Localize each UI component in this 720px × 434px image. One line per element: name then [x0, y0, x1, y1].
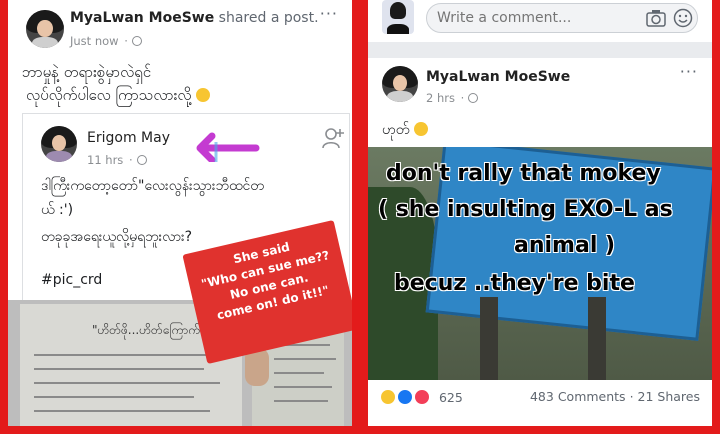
- reactions-summary[interactable]: 625: [380, 389, 463, 405]
- more-options-icon[interactable]: ···: [680, 62, 698, 81]
- arrow-annotation-icon: [196, 132, 260, 162]
- left-post-card: MyaLwan MoeSwe shared a post. Just now ·…: [8, 0, 352, 426]
- post: MyaLwan MoeSwe 2 hrs · ··· ဟုတ် don't ra…: [368, 58, 712, 426]
- comment-bar: [368, 0, 712, 42]
- reaction-count: 625: [438, 390, 463, 405]
- camera-icon[interactable]: [646, 9, 666, 27]
- shared-text-line1: ဒါကြီးကတော့တော်"လေးလွန်းသွားဘီထင်တ: [41, 178, 264, 194]
- commenter-avatar[interactable]: [382, 0, 414, 34]
- post-text-line1: ဘာမှုနဲ့ တရားစွဲမှာလဲရှင်: [22, 63, 152, 81]
- meme-text-line4: becuz ..they're bite: [394, 271, 635, 296]
- shared-author-avatar[interactable]: [41, 126, 77, 162]
- grin-emoji-icon: [196, 88, 211, 102]
- pole: [588, 297, 606, 380]
- author-name[interactable]: MyaLwan MoeSwe: [70, 10, 214, 26]
- like-reaction-icon: [396, 389, 413, 405]
- shares-count[interactable]: 21 Shares: [638, 389, 700, 404]
- shared-meta: 11 hrs ·: [87, 153, 147, 167]
- meme-text-line3: animal ): [514, 233, 616, 258]
- shared-text-line3: တခုခုအရေးယူလို့မှရဘူးလား?: [41, 229, 193, 245]
- globe-icon: [468, 93, 479, 103]
- pole: [480, 297, 498, 380]
- meme-text-line2: ( she insulting EXO-L as: [378, 197, 673, 222]
- photo-caption: "ဟိတ်ဖို...ဟိတ်ကြောက်": [92, 323, 206, 337]
- haha-reaction-icon: [380, 389, 396, 405]
- shared-timestamp[interactable]: 11 hrs: [87, 153, 123, 167]
- author-avatar[interactable]: [26, 10, 64, 48]
- timestamp[interactable]: Just now: [70, 34, 119, 48]
- grin-emoji-icon: [413, 122, 428, 136]
- hashtag-link[interactable]: #pic_crd: [41, 272, 102, 288]
- globe-icon: [131, 36, 142, 46]
- shared-text-line2: ယ် :'): [41, 202, 74, 218]
- post-photo[interactable]: don't rally that mokey ( she insulting E…: [368, 147, 712, 380]
- sticker-icon[interactable]: [673, 8, 693, 28]
- globe-icon: [136, 155, 147, 165]
- post-text: ဟုတ်: [382, 120, 428, 141]
- post-action: shared a post.: [218, 10, 319, 26]
- author-name[interactable]: MyaLwan MoeSwe: [426, 69, 570, 85]
- post-meta: Just now ·: [70, 34, 142, 48]
- shared-author-name[interactable]: Erigom May: [87, 130, 170, 146]
- add-friend-icon[interactable]: [321, 126, 345, 150]
- comments-count[interactable]: 483 Comments: [530, 389, 626, 404]
- post-meta: 2 hrs ·: [426, 91, 479, 105]
- engagement-counts: 483 Comments · 21 Shares: [529, 389, 700, 404]
- timestamp[interactable]: 2 hrs: [426, 91, 455, 105]
- right-post-card: MyaLwan MoeSwe 2 hrs · ··· ဟုတ် don't ra…: [368, 0, 712, 426]
- post-text-line2: လုပ်လိုက်ပါလေ ကြာသလားလို့: [26, 86, 211, 108]
- author-avatar[interactable]: [382, 66, 418, 102]
- more-options-icon[interactable]: ···: [320, 4, 338, 23]
- meme-text-line1: don't rally that mokey: [386, 161, 661, 186]
- love-reaction-icon: [413, 389, 430, 405]
- post-header: MyaLwan MoeSwe shared a post.: [70, 10, 319, 26]
